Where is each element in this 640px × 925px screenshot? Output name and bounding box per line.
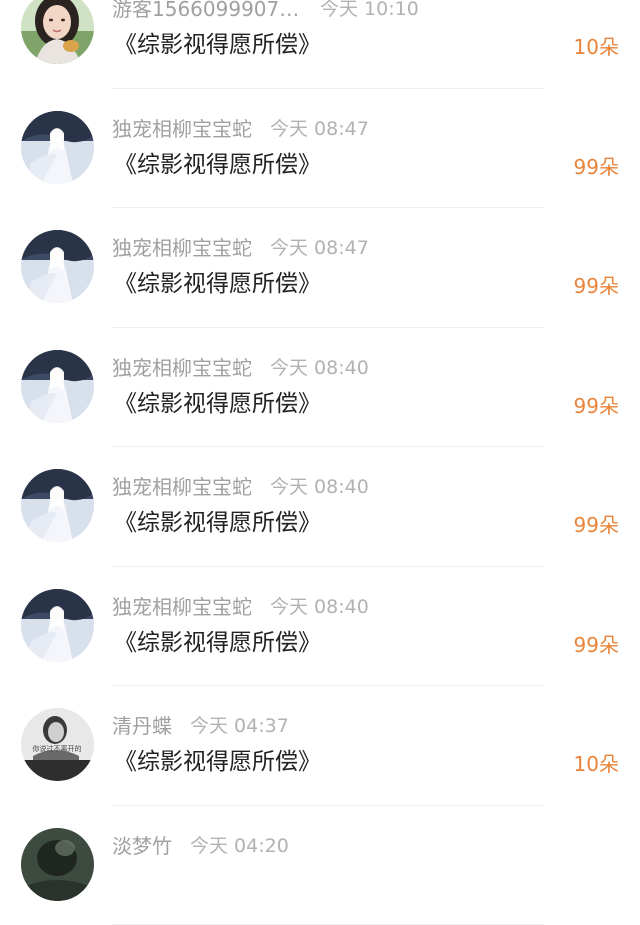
timestamp: 今天 04:20 xyxy=(190,832,289,860)
avatar[interactable] xyxy=(21,828,94,901)
list-item[interactable]: 你说过不离开的 清丹蝶今天 04:37 《综影视得愿所偿》 10朵 xyxy=(0,686,640,806)
woman-photo-icon xyxy=(21,0,94,64)
username[interactable]: 独宠相柳宝宝蛇 xyxy=(112,234,252,262)
list-item[interactable]: 淡梦竹今天 04:20 xyxy=(0,806,640,925)
white-robed-figure-icon xyxy=(21,230,94,303)
list-item[interactable]: 独宠相柳宝宝蛇今天 08:47 《综影视得愿所偿》 99朵 xyxy=(0,89,640,209)
gift-amount: 99朵 xyxy=(574,153,619,181)
timestamp: 今天 10:10 xyxy=(320,0,419,23)
username[interactable]: 独宠相柳宝宝蛇 xyxy=(112,354,252,382)
avatar[interactable] xyxy=(21,589,94,662)
timestamp: 今天 04:37 xyxy=(190,712,289,740)
list-item[interactable]: 游客15660999070... 今天 10:10 《综影视得愿所偿》 10朵 xyxy=(0,0,640,89)
gift-book-title: 《综影视得愿所偿》 xyxy=(114,29,321,61)
username[interactable]: 独宠相柳宝宝蛇 xyxy=(112,593,252,621)
white-robed-figure-icon xyxy=(21,111,94,184)
dark-photo-icon xyxy=(21,828,94,901)
username[interactable]: 独宠相柳宝宝蛇 xyxy=(112,115,252,143)
timestamp: 今天 08:40 xyxy=(270,354,369,382)
white-robed-figure-icon xyxy=(21,350,94,423)
avatar[interactable]: 你说过不离开的 xyxy=(21,708,94,781)
username[interactable]: 清丹蝶 xyxy=(112,712,172,740)
monochrome-woman-photo-icon: 你说过不离开的 xyxy=(21,708,94,781)
gift-amount: 99朵 xyxy=(574,272,619,300)
timestamp: 今天 08:47 xyxy=(270,115,369,143)
gift-amount: 10朵 xyxy=(574,750,619,778)
avatar[interactable] xyxy=(21,350,94,423)
gift-book-title: 《综影视得愿所偿》 xyxy=(114,149,321,181)
avatar[interactable] xyxy=(21,230,94,303)
avatar[interactable] xyxy=(21,469,94,542)
gift-book-title: 《综影视得愿所偿》 xyxy=(114,268,321,300)
white-robed-figure-icon xyxy=(21,469,94,542)
list-item[interactable]: 独宠相柳宝宝蛇今天 08:40 《综影视得愿所偿》 99朵 xyxy=(0,567,640,687)
avatar[interactable] xyxy=(21,0,94,64)
username[interactable]: 独宠相柳宝宝蛇 xyxy=(112,473,252,501)
username[interactable]: 游客15660999070... xyxy=(112,0,302,23)
gift-amount: 99朵 xyxy=(574,631,619,659)
timestamp: 今天 08:40 xyxy=(270,593,369,621)
username[interactable]: 淡梦竹 xyxy=(112,832,172,860)
list-item[interactable]: 独宠相柳宝宝蛇今天 08:40 《综影视得愿所偿》 99朵 xyxy=(0,447,640,567)
gift-book-title: 《综影视得愿所偿》 xyxy=(114,388,321,420)
gift-amount: 10朵 xyxy=(574,33,619,61)
list-item[interactable]: 独宠相柳宝宝蛇今天 08:40 《综影视得愿所偿》 99朵 xyxy=(0,328,640,448)
svg-text:你说过不离开的: 你说过不离开的 xyxy=(33,744,82,753)
timestamp: 今天 08:40 xyxy=(270,473,369,501)
gift-book-title: 《综影视得愿所偿》 xyxy=(114,746,321,778)
gift-amount: 99朵 xyxy=(574,392,619,420)
gift-book-title: 《综影视得愿所偿》 xyxy=(114,507,321,539)
timestamp: 今天 08:47 xyxy=(270,234,369,262)
avatar[interactable] xyxy=(21,111,94,184)
white-robed-figure-icon xyxy=(21,589,94,662)
gift-amount: 99朵 xyxy=(574,511,619,539)
gift-record-list: 游客15660999070... 今天 10:10 《综影视得愿所偿》 10朵 独… xyxy=(0,0,640,925)
list-item[interactable]: 独宠相柳宝宝蛇今天 08:47 《综影视得愿所偿》 99朵 xyxy=(0,208,640,328)
gift-book-title: 《综影视得愿所偿》 xyxy=(114,627,321,659)
